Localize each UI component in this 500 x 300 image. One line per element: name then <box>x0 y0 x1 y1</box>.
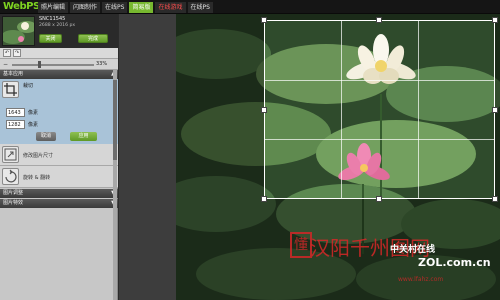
crop-grid-line <box>341 21 342 198</box>
crop-handle-top[interactable] <box>376 17 382 23</box>
crop-selection[interactable] <box>264 20 495 199</box>
app-logo: WebPS <box>3 1 40 12</box>
section-adjust[interactable]: 图片调整 ▼ <box>0 189 118 198</box>
nav-photo-edit[interactable]: 照片编辑 <box>38 2 69 13</box>
file-size: 2688 x 2016 px <box>39 23 76 28</box>
nav-online-games[interactable]: 在线游戏 <box>155 2 186 13</box>
crop-mask-left <box>176 20 264 300</box>
crop-grid-line <box>265 80 494 81</box>
crop-apply-button[interactable]: 应用 <box>70 132 97 141</box>
crop-width-unit: 像素 <box>28 110 39 116</box>
rotate-icon <box>2 168 19 185</box>
crop-tool: 裁切 1643 像素 1282 像素 取消 应用 <box>0 79 118 144</box>
zoom-track[interactable] <box>12 64 94 66</box>
nav-flash-make[interactable]: 闪图制作 <box>70 2 101 13</box>
resize-label: 修改图片尺寸 <box>23 153 54 159</box>
section-basic-label: 基本应用 <box>3 71 24 77</box>
zoom-out-icon[interactable]: − <box>3 61 10 68</box>
watermark-url: ZOL.com.cn <box>418 256 491 269</box>
crop-handle-right[interactable] <box>492 107 498 113</box>
sidebar-scroll-thumb[interactable] <box>113 80 117 160</box>
watermark-small-url: www.lfahz.com <box>398 276 444 283</box>
crop-handle-top-right[interactable] <box>492 17 498 23</box>
crop-title: 裁切 <box>23 83 34 89</box>
rotate-tool[interactable]: 旋转 & 翻转 <box>0 166 118 188</box>
top-bar: WebPS 照片编辑 闪图制作 在线PS 简易版 在线游戏 在线PS <box>0 0 500 14</box>
crop-grid-line <box>418 21 419 198</box>
close-button[interactable]: 关闭 <box>39 34 62 43</box>
file-thumbnail[interactable] <box>2 16 35 46</box>
crop-height-unit: 像素 <box>28 122 39 128</box>
nav-online-ps-2[interactable]: 在线PS <box>187 2 213 13</box>
crop-width-field[interactable]: 1643 <box>6 108 25 117</box>
crop-handle-top-left[interactable] <box>261 17 267 23</box>
resize-icon <box>2 146 19 163</box>
file-name: SNC11545 <box>39 16 66 22</box>
file-card: SNC11545 2688 x 2016 px 关闭 完成 <box>0 14 118 48</box>
zoom-control: − 33% <box>0 59 118 70</box>
crop-handle-left[interactable] <box>261 107 267 113</box>
crop-icon[interactable] <box>2 81 19 98</box>
nav-online-ps[interactable]: 在线PS <box>102 2 128 13</box>
top-nav: 照片编辑 闪图制作 在线PS 简易版 在线游戏 在线PS <box>38 2 213 13</box>
sidebar-scrollbar[interactable] <box>113 70 117 300</box>
section-basic[interactable]: 基本应用 ▲ <box>0 70 118 79</box>
section-effects-label: 图片特效 <box>3 200 24 206</box>
zoom-handle[interactable] <box>38 61 42 68</box>
watermark-brand: 中关村在线 <box>390 245 436 255</box>
resize-tool[interactable]: 修改图片尺寸 <box>0 144 118 166</box>
done-button[interactable]: 完成 <box>78 34 108 43</box>
section-adjust-label: 图片调整 <box>3 190 24 196</box>
nav-simple[interactable]: 简易版 <box>129 2 154 13</box>
undo-icon[interactable]: ↶ <box>3 49 11 57</box>
crop-height-field[interactable]: 1282 <box>6 120 25 129</box>
crop-handle-bottom-right[interactable] <box>492 196 498 202</box>
redo-icon[interactable]: ↷ <box>13 49 21 57</box>
crop-handle-bottom[interactable] <box>376 196 382 202</box>
crop-cancel-button[interactable]: 取消 <box>36 132 56 141</box>
watermark-seal: 懂 <box>290 232 312 258</box>
section-effects[interactable]: 图片特效 ▼ <box>0 199 118 208</box>
rotate-label: 旋转 & 翻转 <box>23 175 51 181</box>
sidebar: SNC11545 2688 x 2016 px 关闭 完成 ↶ ↷ − 33% … <box>0 14 118 300</box>
zoom-value: 33% <box>96 61 108 67</box>
canvas-gutter <box>119 14 176 300</box>
crop-handle-bottom-left[interactable] <box>261 196 267 202</box>
basic-panel: 裁切 1643 像素 1282 像素 取消 应用 修改图片尺寸 旋转 & 翻转 <box>0 79 118 188</box>
crop-grid-line <box>265 139 494 140</box>
history-toolbar: ↶ ↷ <box>0 48 118 59</box>
